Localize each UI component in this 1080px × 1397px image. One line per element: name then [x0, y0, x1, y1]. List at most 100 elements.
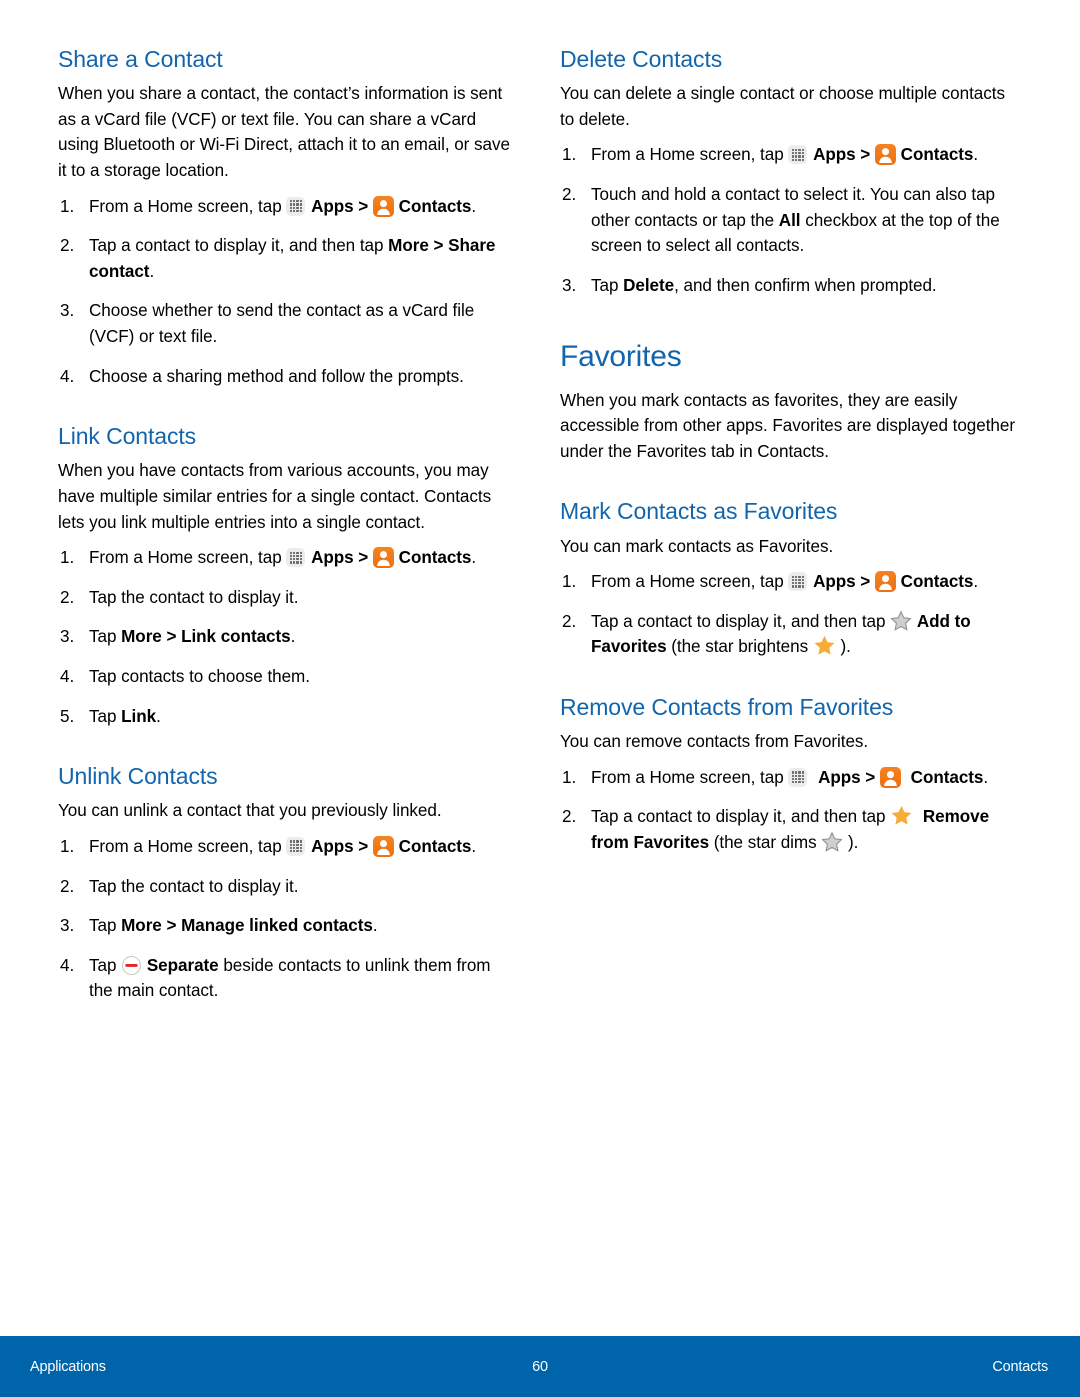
step-separator: > — [428, 236, 449, 256]
list-item: 4. Tap contacts to choose them. — [58, 664, 516, 690]
intro-unlink-contacts: You can unlink a contact that you previo… — [58, 801, 442, 821]
step-text: Choose whether to send the contact as a … — [89, 301, 475, 346]
all-checkbox-label: All — [778, 210, 801, 230]
step-number: 1. — [562, 572, 577, 592]
list-item: 3. Tap More > Link contacts. — [58, 624, 516, 650]
page-footer: Applications 60 Contacts — [0, 1336, 1080, 1397]
step-text: From a Home screen, tap — [89, 196, 287, 216]
step-number: 4. — [60, 366, 75, 386]
step-separator: > — [353, 836, 373, 856]
apps-grid-icon — [286, 548, 306, 568]
step-text: From a Home screen, tap — [89, 836, 287, 856]
step-text: Tap a contact to display it, and then ta… — [591, 611, 891, 631]
step-separator: > — [855, 145, 875, 165]
contacts-label: Contacts — [398, 836, 472, 856]
section-share-a-contact: Share a Contact When you share a contact… — [58, 46, 516, 389]
section-unlink-contacts: Unlink Contacts You can unlink a contact… — [58, 763, 516, 1004]
left-column: Share a Contact When you share a contact… — [58, 46, 516, 1004]
list-item: 3. Tap More > Manage linked contacts. — [58, 913, 516, 939]
step-text: ). — [848, 832, 859, 852]
step-text: . — [471, 548, 477, 568]
list-item: 5. Tap Link. — [58, 704, 516, 730]
step-number: 2. — [60, 236, 75, 256]
contacts-label: Contacts — [398, 196, 472, 216]
step-text: Tap — [89, 916, 122, 936]
apps-grid-icon — [788, 145, 808, 165]
heading-link-contacts: Link Contacts — [58, 423, 197, 450]
heading-remove-contacts-from-favorites: Remove Contacts from Favorites — [560, 693, 894, 720]
step-text: , and then confirm when prompted. — [674, 275, 937, 295]
contacts-label: Contacts — [398, 548, 472, 568]
step-number: 4. — [60, 666, 75, 686]
intro-favorites: When you mark contacts as favorites, the… — [560, 390, 1015, 461]
step-text: From a Home screen, tap — [591, 572, 789, 592]
steps-unlink-contacts: 1. From a Home screen, tap Apps > Contact… — [58, 834, 516, 1004]
step-separator: > — [855, 572, 875, 592]
step-number: 2. — [562, 807, 577, 827]
contacts-person-icon — [372, 547, 394, 569]
contacts-person-icon — [879, 766, 901, 788]
step-number: 3. — [562, 275, 577, 295]
heading-delete-contacts: Delete Contacts — [560, 46, 723, 72]
list-item: 4. Tap Separate beside contacts to unlink… — [58, 953, 516, 1004]
list-item: 3. Tap Delete, and then confirm when prom… — [560, 273, 1018, 299]
apps-label: Apps — [311, 836, 354, 856]
list-item: 2. Tap a contact to display it, and then … — [560, 609, 1018, 660]
contacts-label: Contacts — [910, 767, 984, 787]
step-text: ). — [840, 637, 851, 657]
apps-grid-icon — [788, 767, 808, 787]
right-column: Delete Contacts You can delete a single … — [560, 46, 1018, 856]
step-text: . — [471, 196, 477, 216]
step-text: (the star dims — [709, 832, 822, 852]
step-text: (the star brightens — [666, 637, 813, 657]
step-separator: > — [860, 767, 880, 787]
step-number: 4. — [60, 955, 75, 975]
apps-grid-icon — [286, 836, 306, 856]
separate-minus-icon — [121, 955, 142, 976]
star-dim-icon — [890, 610, 912, 632]
step-text: Tap contacts to choose them. — [89, 666, 310, 686]
steps-mark-contacts-as-favorites: 1. From a Home screen, tap Apps > Contact… — [560, 569, 1018, 660]
steps-remove-contacts-from-favorites: 1. From a Home screen, tap Apps > Contact… — [560, 765, 1018, 856]
step-number: 2. — [562, 185, 577, 204]
step-text: . — [983, 767, 989, 787]
menu-link: Link — [121, 706, 157, 726]
apps-label: Apps — [818, 767, 861, 787]
menu-separate: Separate — [146, 955, 219, 975]
step-number: 3. — [60, 627, 75, 647]
step-text: . — [290, 627, 296, 647]
step-text: Tap — [591, 275, 624, 295]
section-delete-contacts: Delete Contacts You can delete a single … — [560, 46, 1018, 298]
step-number: 1. — [562, 145, 577, 165]
section-favorites: Favorites When you mark contacts as favo… — [560, 340, 1018, 464]
document-page: Share a Contact When you share a contact… — [0, 0, 1080, 1336]
star-bright-icon — [813, 634, 836, 657]
menu-more: More — [388, 236, 429, 256]
intro-remove-contacts-from-favorites: You can remove contacts from Favorites. — [560, 732, 869, 752]
menu-link-contacts: More > Link contacts — [121, 627, 291, 647]
star-dim-icon — [821, 831, 843, 853]
list-item: 2. Tap a contact to display it, and then … — [560, 804, 1018, 855]
contacts-label: Contacts — [900, 572, 974, 592]
heading-favorites: Favorites — [560, 340, 682, 374]
step-number: 2. — [60, 587, 75, 607]
list-item: 1. From a Home screen, tap Apps > Contact… — [58, 194, 516, 220]
step-text: . — [156, 706, 161, 726]
step-number: 2. — [60, 876, 75, 896]
heading-share-a-contact: Share a Contact — [58, 46, 223, 72]
contacts-person-icon — [372, 835, 394, 857]
step-number: 1. — [562, 767, 577, 787]
intro-delete-contacts: You can delete a single contact or choos… — [560, 84, 1005, 129]
apps-label: Apps — [311, 196, 354, 216]
step-text: Tap a contact to display it, and then ta… — [89, 236, 389, 256]
step-text: . — [372, 916, 378, 936]
apps-label: Apps — [311, 548, 354, 568]
list-item: 2. Touch and hold a contact to select it.… — [560, 182, 1018, 259]
step-number: 2. — [562, 611, 577, 631]
step-separator: > — [353, 548, 373, 568]
heading-mark-contacts-as-favorites: Mark Contacts as Favorites — [560, 498, 838, 525]
intro-share-a-contact: When you share a contact, the contact’s … — [58, 84, 510, 180]
list-item: 2. Tap the contact to display it. — [58, 874, 516, 900]
step-text: Tap the contact to display it. — [89, 876, 299, 896]
step-text: Tap — [89, 955, 122, 975]
